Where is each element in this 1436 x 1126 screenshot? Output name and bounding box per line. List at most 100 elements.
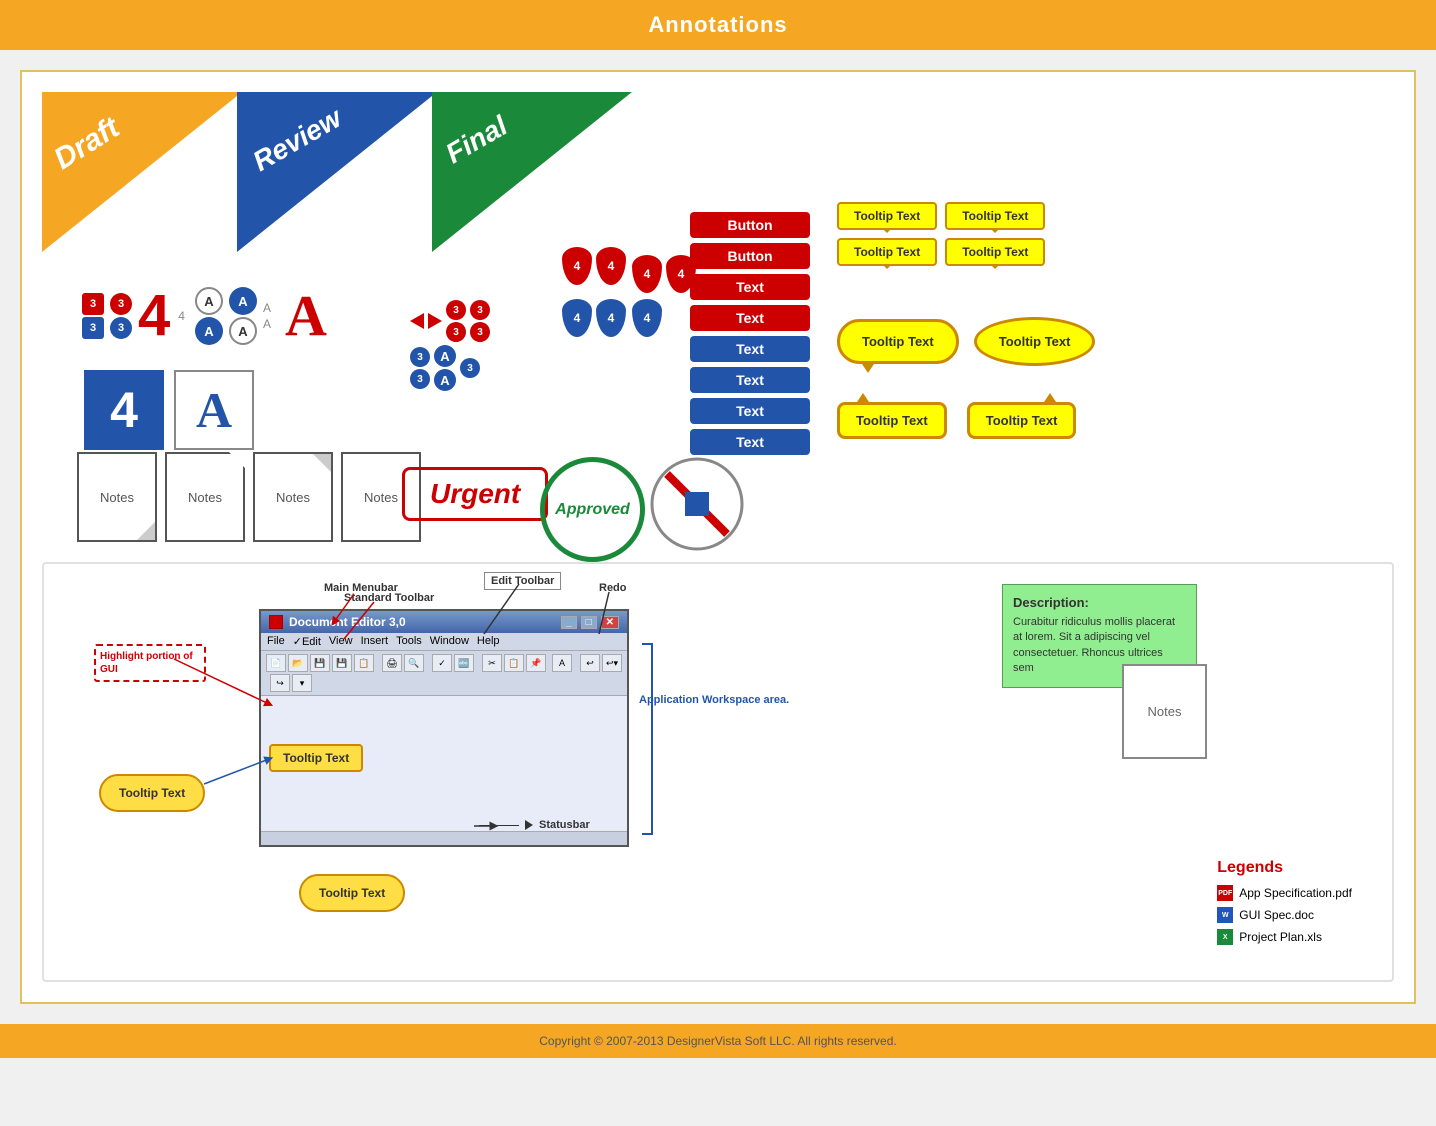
tb-redo2[interactable]: ▾: [292, 674, 312, 692]
tb-spell[interactable]: ✓: [432, 654, 452, 672]
badge-small-3-red-3: 3: [470, 300, 490, 320]
note-shape-1: Notes: [77, 452, 157, 542]
editor-menubar: File ✓Edit View Insert Tools Window Help: [261, 633, 627, 651]
legend-item-xls: X Project Plan.xls: [1217, 929, 1352, 945]
letter-a-small-blue-2: A: [434, 369, 456, 391]
red-highlight-box: Highlight portion of GUI: [94, 644, 206, 682]
tb-cut[interactable]: ✂: [482, 654, 502, 672]
tb-doc[interactable]: 📋: [354, 654, 374, 672]
menu-window[interactable]: Window: [430, 635, 469, 648]
tooltip-left-1: Tooltip Text: [99, 774, 205, 812]
tooltip-rect-4: Tooltip Text: [945, 238, 1045, 266]
tooltip-bubble-1: Tooltip Text: [974, 317, 1096, 366]
tooltip-in-workspace: Tooltip Text: [269, 744, 363, 772]
button-red-1[interactable]: Button: [690, 212, 810, 238]
label-statusbar: Statusbar: [479, 819, 590, 831]
menu-view[interactable]: View: [329, 635, 353, 648]
drop-red-1: 4: [562, 247, 592, 285]
menu-file[interactable]: File: [267, 635, 285, 648]
note-shape-3: Notes: [253, 452, 333, 542]
legends-title: Legends: [1217, 859, 1352, 877]
badge-small-3-blue-2: 3: [410, 369, 430, 389]
stamp-prohibited: [647, 454, 747, 554]
editor-toolbar-1: 📄 📂 💾 💾 📋 🖨 🔍 ✓ 🔤 ✂ 📋 📌 A ↩ ↩▾: [261, 651, 627, 696]
arrow-right-red-1: [428, 313, 442, 329]
banner-draft: Draft: [42, 92, 242, 252]
notes-area: Notes Notes Notes Notes: [77, 452, 421, 542]
tb-spell2[interactable]: 🔤: [454, 654, 474, 672]
button-red-text-2[interactable]: Text: [690, 305, 810, 331]
footer: Copyright © 2007-2013 DesignerVista Soft…: [0, 1024, 1436, 1058]
button-blue-text-2[interactable]: Text: [690, 367, 810, 393]
letter-a-plain-1: A: [263, 301, 271, 315]
menu-edit[interactable]: ✓Edit: [293, 635, 321, 648]
tb-paste[interactable]: 📌: [526, 654, 546, 672]
tooltip-rect-2: Tooltip Text: [945, 202, 1045, 230]
drops-area: 4 4 4 4 4 4 4: [562, 247, 696, 337]
drop-blue-1: 4: [562, 299, 592, 337]
tb-save[interactable]: 💾: [310, 654, 330, 672]
button-blue-text-4[interactable]: Text: [690, 429, 810, 455]
legends-box: Legends PDF App Specification.pdf W GUI …: [1197, 849, 1372, 955]
stamp-urgent: Urgent: [402, 467, 548, 521]
big-icons-area: 4 A: [84, 370, 254, 450]
highlight-label: Highlight portion of GUI: [100, 650, 200, 676]
drop-blue-2: 4: [596, 299, 626, 337]
tb-open[interactable]: 📂: [288, 654, 308, 672]
badge-small-3-blue-1: 3: [410, 347, 430, 367]
tb-undo[interactable]: ↩: [580, 654, 600, 672]
tooltip-bottom-center: Tooltip Text: [299, 874, 405, 912]
footer-text: Copyright © 2007-2013 DesignerVista Soft…: [539, 1034, 896, 1048]
page-header: Annotations: [0, 0, 1436, 50]
badge-small-3-red-4: 3: [470, 322, 490, 342]
tooltip-rect-3: Tooltip Text: [837, 238, 937, 266]
editor-minimize-btn[interactable]: _: [561, 616, 577, 629]
tb-print[interactable]: 🖨: [382, 654, 402, 672]
letter-a-blue-1: A: [195, 317, 223, 345]
menu-help[interactable]: Help: [477, 635, 500, 648]
stamp-approved: Approved: [540, 457, 645, 562]
tooltips-middle-area: Tooltip Text Tooltip Text: [837, 317, 1095, 366]
doc-editor-window: Document Editor 3,0 _ □ ✕ File ✓Edit Vie…: [259, 609, 629, 847]
button-red-text-1[interactable]: Text: [690, 274, 810, 300]
editor-workspace[interactable]: Tooltip Text: [261, 696, 627, 831]
xls-icon: X: [1217, 929, 1233, 945]
doc-icon: W: [1217, 907, 1233, 923]
pdf-icon: PDF: [1217, 885, 1233, 901]
buttons-column: Button Button Text Text Text Text Text T…: [690, 212, 810, 455]
tb-new[interactable]: 📄: [266, 654, 286, 672]
button-red-2[interactable]: Button: [690, 243, 810, 269]
banner-final: Final: [432, 92, 632, 252]
badge-small-3-blue-3: 3: [460, 358, 480, 378]
editor-icon: [269, 615, 283, 629]
menu-insert[interactable]: Insert: [361, 635, 389, 648]
badge-3-blue-1: 3: [82, 317, 104, 339]
legend-item-doc: W GUI Spec.doc: [1217, 907, 1352, 923]
editor-close-btn[interactable]: ✕: [601, 616, 619, 629]
tb-format[interactable]: A: [552, 654, 572, 672]
label-app-workspace: Application Workspace area.: [639, 694, 789, 706]
tb-copy[interactable]: 📋: [504, 654, 524, 672]
tooltip-rect-bottom-1: Tooltip Text: [837, 402, 947, 439]
button-blue-text-3[interactable]: Text: [690, 398, 810, 424]
tb-preview[interactable]: 🔍: [404, 654, 424, 672]
tb-undo2[interactable]: ↩▾: [602, 654, 622, 672]
menu-tools[interactable]: Tools: [396, 635, 422, 648]
small-number-4: 4: [178, 309, 185, 323]
tb-save2[interactable]: 💾: [332, 654, 352, 672]
page-title: Annotations: [648, 12, 787, 37]
main-content: Draft Review Final 3 3 3 3 4: [20, 70, 1416, 1004]
editor-statusbar: [261, 831, 627, 845]
notes-box-diagram: Notes: [1122, 664, 1207, 759]
letter-a-circle-1: A: [195, 287, 223, 315]
drop-blue-3: 4: [632, 299, 662, 337]
badge-small-3-red-1: 3: [446, 300, 466, 320]
letter-a-plain-2: A: [263, 317, 271, 331]
badge-3-blue-circle: 3: [110, 317, 132, 339]
tb-redo[interactable]: ↪: [270, 674, 290, 692]
arrow-left-red-1: [410, 313, 424, 329]
desc-title: Description:: [1013, 595, 1186, 610]
button-blue-text-1[interactable]: Text: [690, 336, 810, 362]
tooltips-top-area: Tooltip Text Tooltip Text Tooltip Text T…: [837, 202, 1045, 266]
editor-maximize-btn[interactable]: □: [581, 616, 597, 629]
